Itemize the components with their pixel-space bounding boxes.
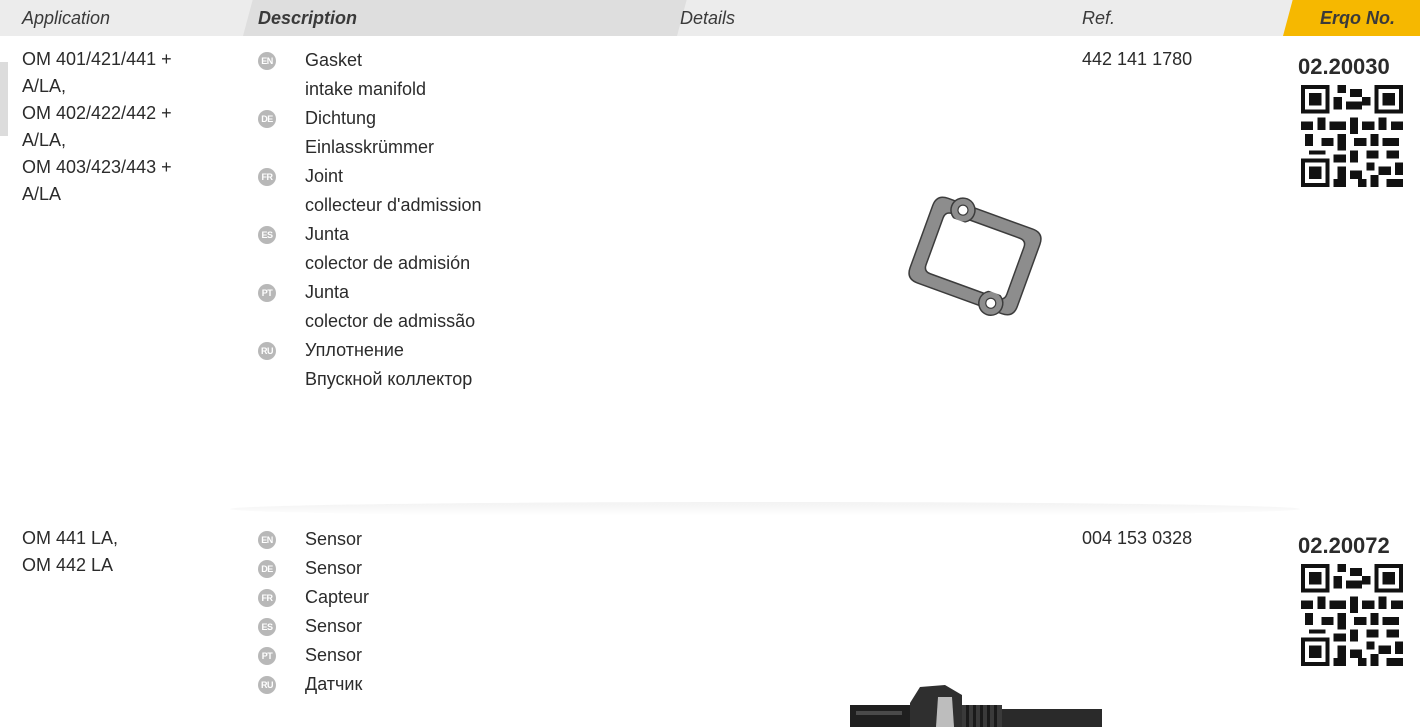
description-name: Junta [305,282,350,302]
application-cell: OM 441 LA, OM 442 LA [22,525,222,579]
language-badge: ES [258,618,276,636]
description-name: Sensor [305,616,363,636]
language-badge: FR [258,168,276,186]
application-line: OM 442 LA [22,555,114,575]
application-line: A/LA [22,184,62,204]
row-divider [230,502,1300,516]
description-header: Description [258,8,358,28]
application-line: OM 401/421/441 + [22,49,172,69]
language-badge: ES [258,226,276,244]
qr-code-icon [1301,85,1403,187]
description-name: Gasket [305,50,363,70]
reference-number: 442 141 1780 [1082,49,1193,69]
description-name: Sensor [305,529,363,549]
language-badge: RU [258,342,276,360]
description-name: Датчик [305,674,363,694]
description-detail: colector de admissão [305,311,476,331]
application-line: A/LA, [22,130,67,150]
language-badge: PT [258,647,276,665]
erqo-no-header: Erqo No. [1320,8,1395,28]
sensor-image [850,685,1102,727]
description-detail: Einlasskrümmer [305,137,435,157]
description-name: Junta [305,224,350,244]
details-header: Details [680,8,736,28]
language-badge: DE [258,560,276,578]
application-line: OM 403/423/443 + [22,157,172,177]
language-badge: DE [258,110,276,128]
description-name: Capteur [305,587,370,607]
description-name: Sensor [305,558,363,578]
language-badge: EN [258,531,276,549]
qr-code-icon [1301,564,1403,666]
description-detail: intake manifold [305,79,427,99]
description-name: Sensor [305,645,363,665]
application-header: Application [22,8,111,28]
application-line: OM 402/422/442 + [22,103,172,123]
description-detail: collecteur d'admission [305,195,482,215]
description-name: Dichtung [305,108,377,128]
description-name: Уплотнение [305,340,404,360]
application-cell: OM 401/421/441 + A/LA, OM 402/422/442 + … [22,46,222,208]
reference-number: 004 153 0328 [1082,528,1193,548]
language-badge: EN [258,52,276,70]
language-badge: RU [258,676,276,694]
language-badge: FR [258,589,276,607]
application-line: A/LA, [22,76,67,96]
language-badge: PT [258,284,276,302]
ref-header: Ref. [1082,8,1116,28]
description-detail: colector de admisión [305,253,471,273]
erqo-number: 02.20072 [1298,533,1390,558]
application-line: OM 441 LA, [22,528,119,548]
gasket-image [908,196,1042,317]
page-edge-marker [0,62,8,136]
table-header: Application Description Details Ref. Erq… [0,0,1420,36]
description-detail: Впускной коллектор [305,369,473,389]
erqo-number: 02.20030 [1298,54,1390,79]
description-name: Joint [305,166,344,186]
